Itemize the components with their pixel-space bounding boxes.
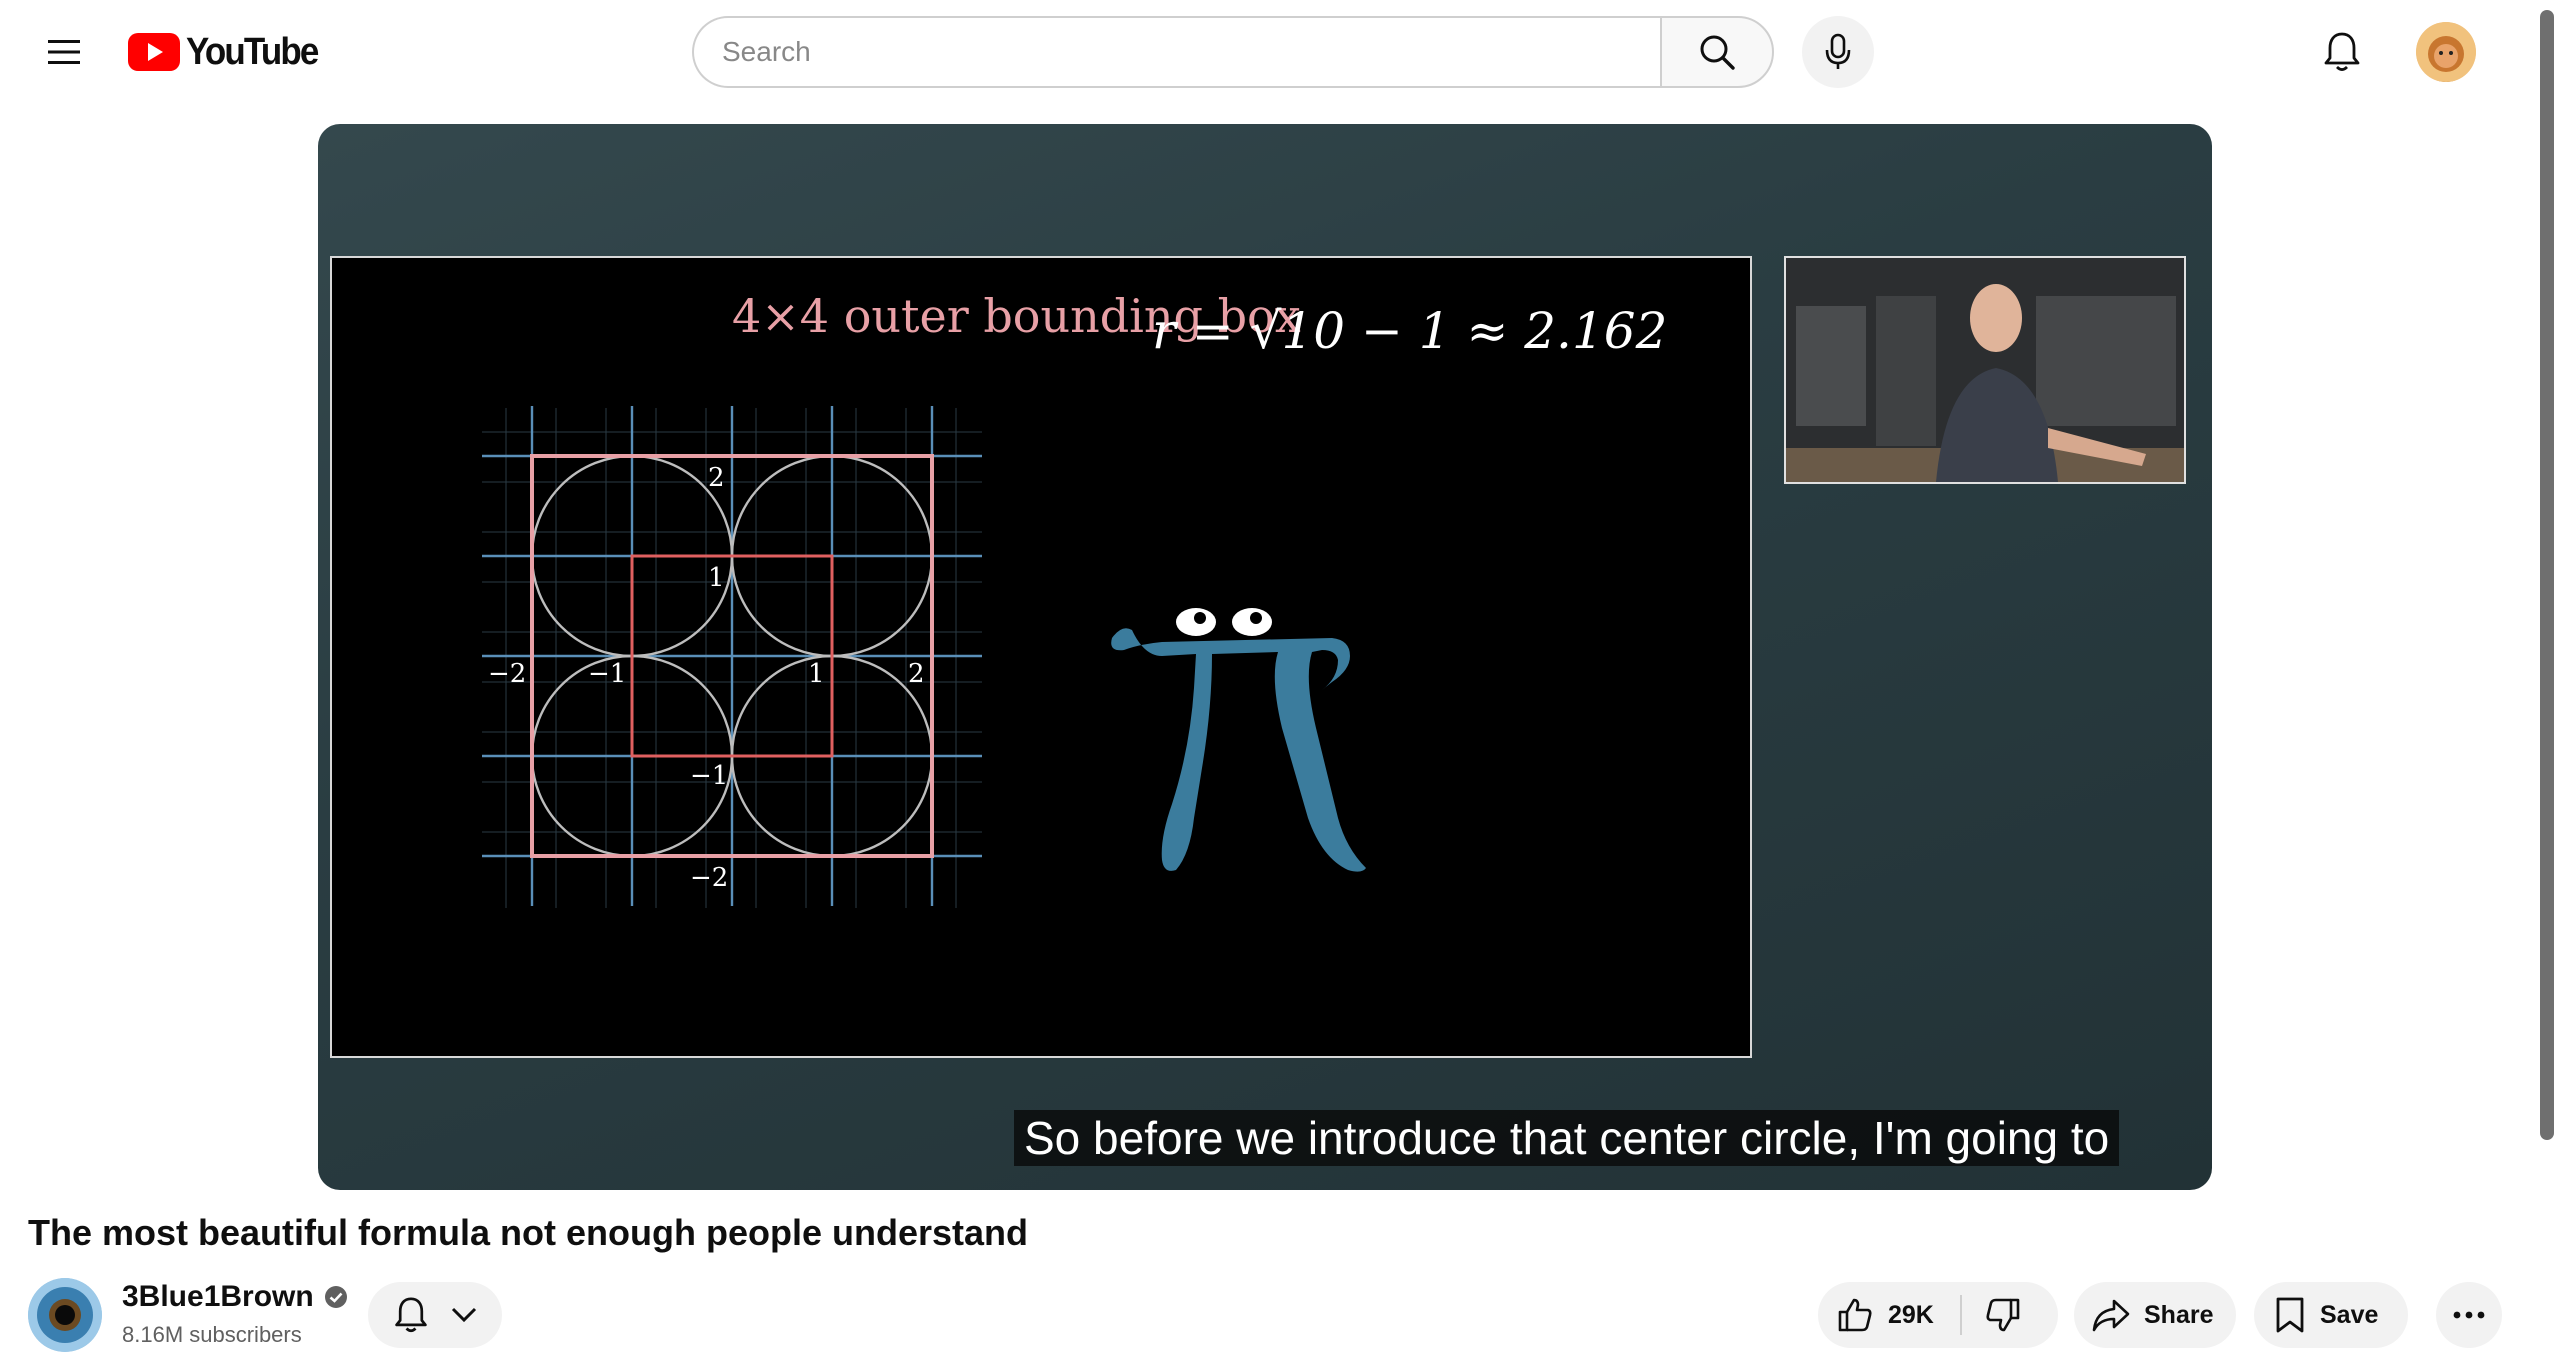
presenter-camera-inset <box>1784 256 2186 484</box>
tick-y-2: 2 <box>708 463 725 493</box>
thumbs-up-icon <box>1838 1298 1872 1332</box>
notifications-button[interactable] <box>2312 22 2372 82</box>
logo-text: YouTube <box>186 30 319 73</box>
search-bar <box>692 16 1874 88</box>
microphone-icon <box>1825 33 1851 69</box>
tick-y-neg-2: −2 <box>690 863 728 893</box>
slide-graphic: 4×4 outer bounding box r = √10 − 1 ≈ 2.1… <box>482 289 1667 908</box>
share-label: Share <box>2144 1300 2214 1329</box>
youtube-play-icon <box>128 33 180 71</box>
save-label: Save <box>2320 1300 2379 1329</box>
bookmark-icon <box>2276 1297 2304 1333</box>
search-input[interactable] <box>692 16 1660 88</box>
share-button[interactable]: Share <box>2074 1282 2236 1348</box>
channel-name: 3Blue1Brown <box>122 1280 314 1313</box>
tick-x-1: 1 <box>808 659 825 689</box>
slide-formula: r = √10 − 1 ≈ 2.162 <box>1152 302 1667 360</box>
thumbs-down-icon <box>1986 1298 2020 1332</box>
channel-logo-icon <box>28 1278 102 1352</box>
masthead: YouTube <box>0 0 2560 104</box>
pi-creature <box>1111 608 1366 872</box>
dislike-button[interactable] <box>1962 1282 2040 1348</box>
presenter-image-icon <box>1786 258 2184 482</box>
bell-icon <box>2324 32 2360 71</box>
main-grid <box>482 406 982 906</box>
subscription-notification-button[interactable] <box>368 1282 502 1348</box>
hamburger-menu-icon <box>48 40 80 64</box>
tick-y-neg-1: −1 <box>690 761 728 791</box>
channel-avatar[interactable] <box>28 1278 102 1352</box>
chevron-down-icon <box>451 1307 477 1323</box>
like-button[interactable]: 29K <box>1818 1282 1960 1348</box>
tick-x-2: 2 <box>908 659 925 689</box>
more-horizontal-icon <box>2453 1311 2485 1319</box>
subscriber-count: 8.16M subscribers <box>122 1322 302 1347</box>
save-button[interactable]: Save <box>2254 1282 2408 1348</box>
tick-y-1: 1 <box>708 563 725 593</box>
video-title: The most beautiful formula not enough pe… <box>28 1212 1029 1253</box>
bell-icon <box>395 1297 427 1333</box>
youtube-logo[interactable]: YouTube <box>128 30 329 74</box>
more-actions-button[interactable] <box>2436 1282 2502 1348</box>
page-scrollbar-thumb[interactable] <box>2540 10 2554 1140</box>
like-dislike-group: 29K <box>1818 1282 2058 1348</box>
video-player[interactable]: 4×4 outer bounding box r = √10 − 1 ≈ 2.1… <box>318 124 2212 1190</box>
verified-badge-icon <box>324 1286 347 1308</box>
avatar-image-icon <box>2416 22 2476 82</box>
closed-caption: So before we introduce that center circl… <box>1014 1110 2120 1166</box>
tick-x-neg-1: −1 <box>588 659 626 689</box>
search-icon <box>1700 35 1735 70</box>
like-count: 29K <box>1888 1300 1934 1329</box>
channel-name-link[interactable]: 3Blue1Brown <box>122 1280 348 1314</box>
voice-search-button[interactable] <box>1802 16 1874 88</box>
slide-frame: 4×4 outer bounding box r = √10 − 1 ≈ 2.1… <box>330 256 1752 1058</box>
search-button[interactable] <box>1660 16 1774 88</box>
menu-button[interactable] <box>36 24 92 80</box>
share-arrow-icon <box>2092 1299 2130 1332</box>
account-avatar[interactable] <box>2416 22 2476 82</box>
tick-x-neg-2: −2 <box>488 659 526 689</box>
